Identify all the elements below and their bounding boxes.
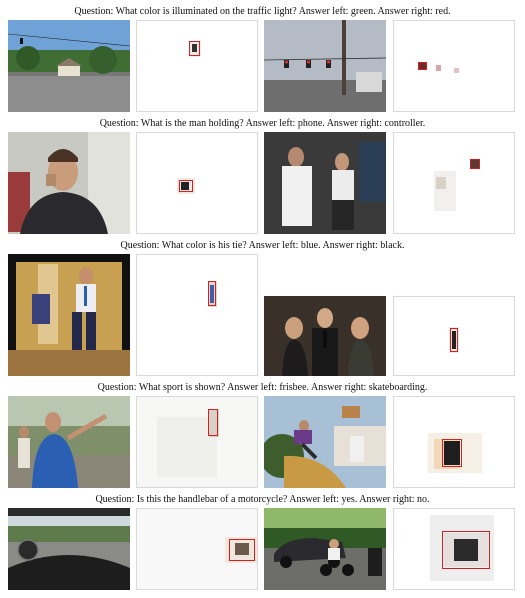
attention-box: [179, 180, 193, 192]
attention-map-row5-right: [393, 508, 515, 590]
attention-box: [189, 41, 200, 56]
photo-bald-man-with-women: [264, 296, 386, 376]
caption-row-2: Question: What is the man holding? Answe…: [99, 118, 426, 129]
attention-box: [418, 62, 427, 70]
attention-map-row4-right: [393, 396, 515, 488]
attention-map-row5-left: [136, 508, 258, 590]
attention-map-row1-left: [136, 20, 258, 112]
attention-box: [229, 539, 255, 561]
photo-street-intersection: [8, 20, 130, 112]
photo-handlebar-view: [8, 508, 130, 590]
caption-row-4: Question: What sport is shown? Answer le…: [97, 382, 428, 393]
photo-man-on-phone: [8, 132, 130, 234]
caption-row-3: Question: What color is his tie? Answer …: [120, 240, 405, 251]
attention-box: [442, 531, 490, 569]
photo-men-with-controllers: [264, 132, 386, 234]
attention-map-row3-left: [136, 254, 258, 376]
photo-man-mirror-selfie: [8, 254, 130, 376]
attention-box: [470, 159, 480, 169]
caption-row-5: Question: Is this the handlebar of a mot…: [95, 494, 430, 505]
photo-frisbee-players: [8, 396, 130, 488]
photo-skateboarder-ramp: [264, 396, 386, 488]
attention-box: [208, 409, 218, 436]
attention-map-row2-left: [136, 132, 258, 234]
attention-map-row1-right: [393, 20, 515, 112]
attention-box: [450, 328, 458, 352]
photo-motorcycle-street: [264, 508, 386, 590]
attention-map-row2-right: [393, 132, 515, 234]
attention-map-row4-left: [136, 396, 258, 488]
photo-traffic-lights-street: [264, 20, 386, 112]
attention-box: [442, 439, 462, 467]
caption-row-1: Question: What color is illuminated on t…: [74, 6, 451, 17]
attention-box: [208, 281, 216, 306]
attention-map-row3-right: [393, 296, 515, 376]
